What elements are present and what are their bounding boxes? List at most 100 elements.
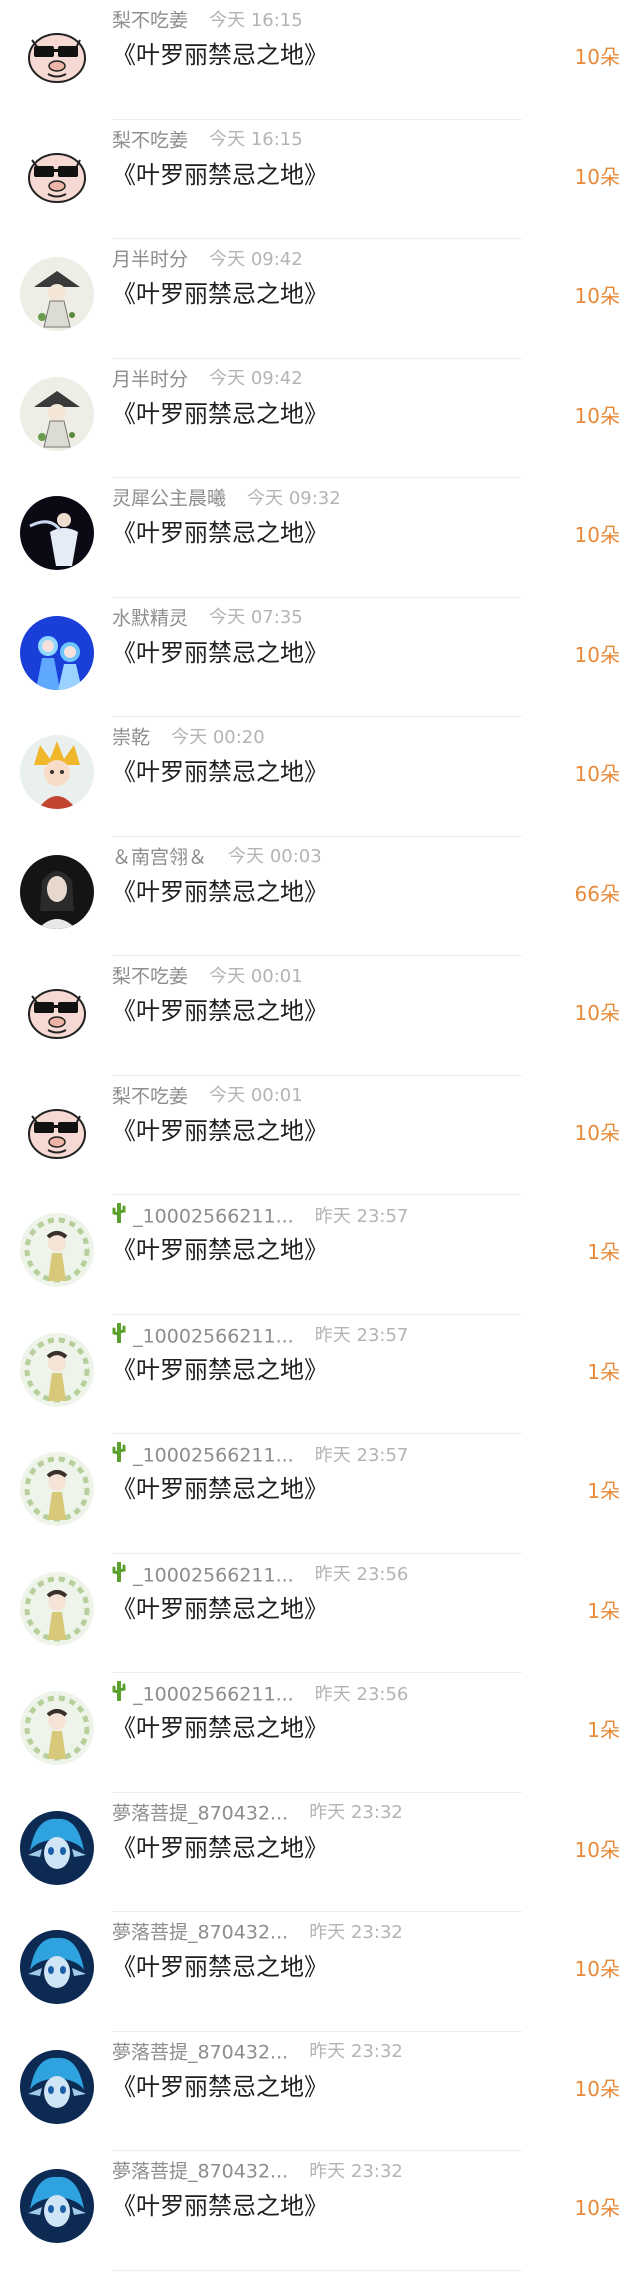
flower-count: 10朵 [574,1001,620,1025]
book-title[interactable]: 《叶罗丽禁忌之地》 [112,1114,328,1148]
gift-record-row[interactable]: 梨不吃姜 今天 00:01 《叶罗丽禁忌之地》 10朵 [0,956,640,1076]
record-meta: _10002566211... 昨天 23:56 [112,1560,408,1586]
avatar[interactable] [20,18,94,92]
avatar[interactable] [20,257,94,331]
avatar[interactable] [20,735,94,809]
book-title[interactable]: 《叶罗丽禁忌之地》 [112,277,328,311]
book-title[interactable]: 《叶罗丽禁忌之地》 [112,994,328,1028]
gift-record-row[interactable]: 水默精灵 今天 07:35 《叶罗丽禁忌之地》 10朵 [0,598,640,717]
username[interactable]: _10002566211... [133,1564,294,1586]
record-meta: 夢落菩提_870432... 昨天 23:32 [112,2159,403,2183]
username[interactable]: ＆南宫翎＆ [112,846,207,868]
avatar[interactable] [20,1213,94,1287]
username[interactable]: 水默精灵 [112,607,188,629]
flower-count: 66朵 [574,881,620,906]
flower-count: 10朵 [574,642,620,667]
record-meta: _10002566211... 昨天 23:56 [112,1680,408,1708]
gift-record-row[interactable]: 月半时分 今天 09:42 《叶罗丽禁忌之地》 10朵 [0,239,640,359]
book-title[interactable]: 《叶罗丽禁忌之地》 [112,1353,328,1387]
username[interactable]: _10002566211... [133,1445,294,1467]
gift-record-row[interactable]: 崇乾 今天 00:20 《叶罗丽禁忌之地》 10朵 [0,717,640,837]
avatar[interactable] [20,2049,94,2124]
avatar[interactable] [20,1093,94,1168]
gift-record-row[interactable]: ＆南宫翎＆ 今天 00:03 《叶罗丽禁忌之地》 66朵 [0,837,640,956]
avatar[interactable] [20,1930,94,2004]
cactus-icon [112,1680,126,1708]
username[interactable]: 灵犀公主晨曦 [112,488,226,510]
avatar[interactable] [20,974,94,1048]
book-title[interactable]: 《叶罗丽禁忌之地》 [112,1831,328,1865]
gift-record-row[interactable]: 梨不吃姜 今天 16:15 《叶罗丽禁忌之地》 10朵 [0,0,640,120]
book-title[interactable]: 《叶罗丽禁忌之地》 [112,636,328,670]
gift-record-row[interactable]: _10002566211... 昨天 23:57 《叶罗丽禁忌之地》 1朵 [0,1434,640,1554]
avatar[interactable] [20,1691,94,1765]
flower-count: 10朵 [574,164,620,189]
record-meta: 水默精灵 今天 07:35 [112,606,303,630]
avatar[interactable] [20,615,94,690]
gift-record-row[interactable]: 夢落菩提_870432... 昨天 23:32 《叶罗丽禁忌之地》 10朵 [0,1793,640,1912]
record-meta: 夢落菩提_870432... 昨天 23:32 [112,1801,403,1825]
avatar[interactable] [20,2169,94,2243]
username[interactable]: _10002566211... [133,1325,294,1347]
avatar[interactable] [20,1571,94,1646]
username[interactable]: 梨不吃姜 [112,966,188,988]
username[interactable]: 夢落菩提_870432... [112,2161,288,2183]
timestamp: 今天 09:42 [209,248,303,270]
flower-count: 10朵 [574,403,620,428]
avatar[interactable] [20,1810,94,1885]
book-title[interactable]: 《叶罗丽禁忌之地》 [112,38,328,72]
book-title[interactable]: 《叶罗丽禁忌之地》 [112,397,328,431]
record-meta: _10002566211... 昨天 23:57 [112,1321,409,1350]
book-title[interactable]: 《叶罗丽禁忌之地》 [112,1233,328,1267]
book-title[interactable]: 《叶罗丽禁忌之地》 [112,1472,328,1506]
record-meta: 梨不吃姜 今天 00:01 [112,964,303,988]
username[interactable]: 梨不吃姜 [112,129,188,151]
book-title[interactable]: 《叶罗丽禁忌之地》 [112,875,328,909]
book-title[interactable]: 《叶罗丽禁忌之地》 [112,1711,328,1745]
book-title[interactable]: 《叶罗丽禁忌之地》 [112,2189,328,2223]
record-meta: ＆南宫翎＆ 今天 00:03 [112,845,322,869]
book-title[interactable]: 《叶罗丽禁忌之地》 [112,158,328,192]
gift-record-row[interactable]: _10002566211... 昨天 23:56 《叶罗丽禁忌之地》 1朵 [0,1673,640,1793]
avatar[interactable] [20,496,94,570]
gift-record-row[interactable]: 夢落菩提_870432... 昨天 23:32 《叶罗丽禁忌之地》 10朵 [0,1912,640,2032]
username[interactable]: 月半时分 [112,249,188,271]
username[interactable]: 梨不吃姜 [112,1085,188,1107]
avatar[interactable] [20,1332,94,1407]
gift-record-row[interactable]: 月半时分 今天 09:42 《叶罗丽禁忌之地》 10朵 [0,359,640,478]
gift-record-row[interactable]: _10002566211... 昨天 23:57 《叶罗丽禁忌之地》 1朵 [0,1315,640,1434]
gift-record-row[interactable]: 灵犀公主晨曦 今天 09:32 《叶罗丽禁忌之地》 10朵 [0,478,640,598]
gift-record-row[interactable]: _10002566211... 昨天 23:57 《叶罗丽禁忌之地》 1朵 [0,1195,640,1315]
avatar[interactable] [20,376,94,451]
username[interactable]: 月半时分 [112,368,188,390]
divider [112,2269,522,2271]
username[interactable]: 崇乾 [112,727,150,749]
gift-record-row[interactable]: _10002566211... 昨天 23:56 《叶罗丽禁忌之地》 1朵 [0,1554,640,1673]
username[interactable]: 夢落菩提_870432... [112,2041,288,2063]
avatar[interactable] [20,1452,94,1526]
flower-count: 10朵 [574,2076,620,2101]
timestamp: 今天 16:15 [209,9,303,31]
gift-record-row[interactable]: 夢落菩提_870432... 昨天 23:32 《叶罗丽禁忌之地》 10朵 [0,2151,640,2271]
timestamp: 今天 00:20 [171,726,265,748]
username[interactable]: _10002566211... [133,1206,294,1228]
username[interactable]: 夢落菩提_870432... [112,1922,288,1944]
avatar[interactable] [20,137,94,212]
username[interactable]: _10002566211... [133,1684,294,1706]
avatar[interactable] [20,854,94,929]
timestamp: 昨天 23:57 [314,1325,409,1346]
book-title[interactable]: 《叶罗丽禁忌之地》 [112,755,328,789]
book-title[interactable]: 《叶罗丽禁忌之地》 [112,2070,328,2104]
flower-count: 1朵 [587,1359,620,1384]
gift-record-row[interactable]: 夢落菩提_870432... 昨天 23:32 《叶罗丽禁忌之地》 10朵 [0,2032,640,2151]
book-title[interactable]: 《叶罗丽禁忌之地》 [112,1592,328,1626]
gift-record-row[interactable]: 梨不吃姜 今天 16:15 《叶罗丽禁忌之地》 10朵 [0,120,640,239]
gift-record-row[interactable]: 梨不吃姜 今天 00:01 《叶罗丽禁忌之地》 10朵 [0,1076,640,1195]
record-meta: 灵犀公主晨曦 今天 09:32 [112,486,341,510]
cactus-icon [112,1321,126,1350]
record-meta: 月半时分 今天 09:42 [112,367,303,391]
book-title[interactable]: 《叶罗丽禁忌之地》 [112,516,328,550]
username[interactable]: 夢落菩提_870432... [112,1802,288,1824]
username[interactable]: 梨不吃姜 [112,10,188,32]
book-title[interactable]: 《叶罗丽禁忌之地》 [112,1950,328,1984]
